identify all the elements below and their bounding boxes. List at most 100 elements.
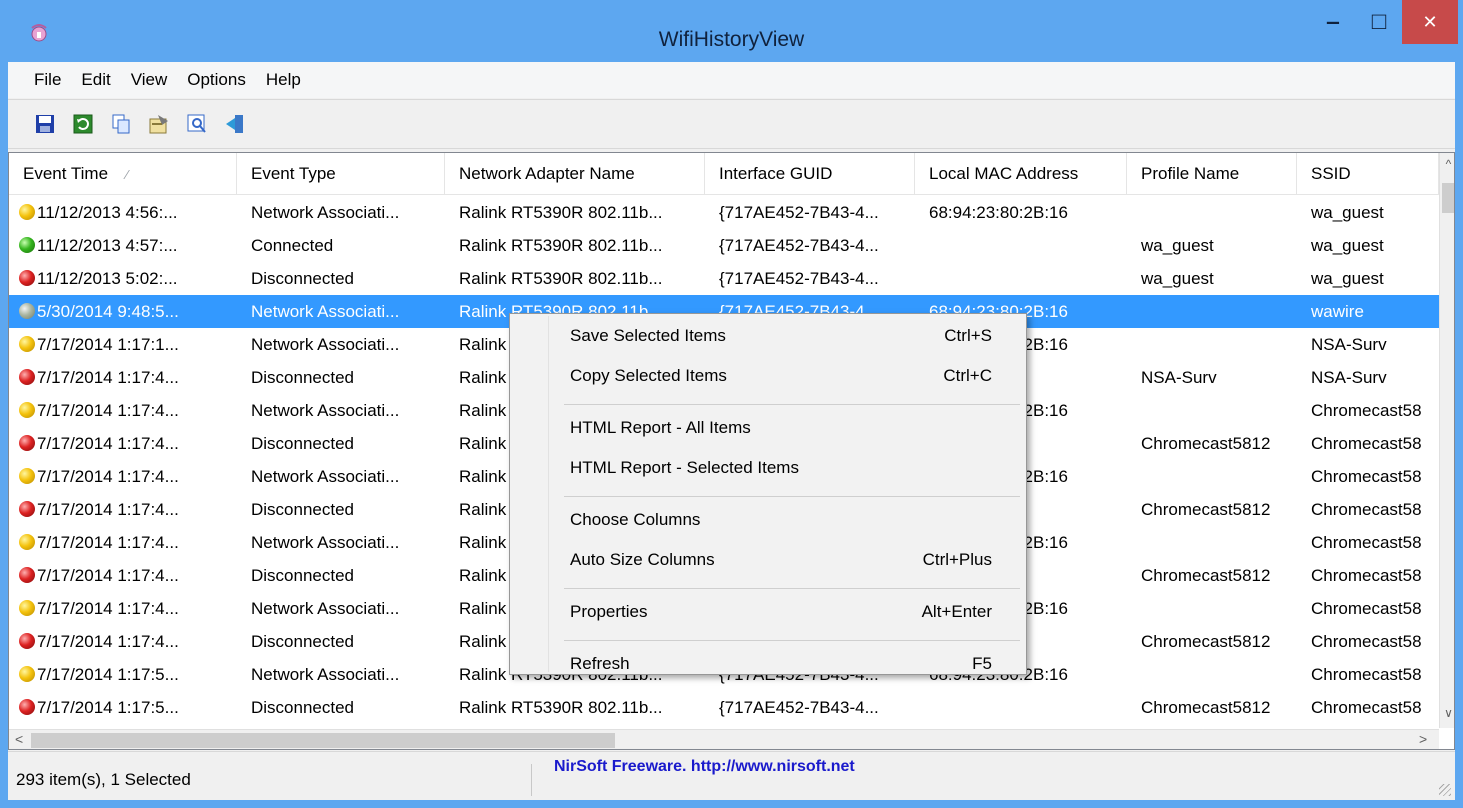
cell-event-time: 7/17/2014 1:17:5...: [37, 698, 179, 717]
status-red-icon: [19, 435, 35, 451]
column-header-label: Profile Name: [1141, 164, 1240, 183]
cell-profile-name: [1127, 328, 1297, 361]
toolbar-exit-button[interactable]: [220, 109, 250, 139]
toolbar-save-button[interactable]: [30, 109, 60, 139]
table-row[interactable]: 7/17/2014 1:17:5... Disconnected Ralink RT…: [9, 691, 1439, 724]
context-menu-separator: [564, 640, 1020, 641]
context-menu-choose-columns[interactable]: Choose Columns: [514, 502, 1022, 538]
context-menu-label: Properties: [570, 602, 648, 621]
toolbar: [8, 99, 1455, 149]
context-menu-refresh[interactable]: Refresh F5: [514, 646, 1022, 682]
vertical-scroll-thumb[interactable]: [1442, 183, 1454, 213]
cell-ssid: NSA-Surv: [1311, 368, 1387, 387]
menu-file[interactable]: File: [24, 62, 71, 98]
cell-profile-name: [1127, 526, 1297, 559]
scroll-down-icon[interactable]: ∨: [1440, 706, 1454, 726]
horizontal-scrollbar[interactable]: < >: [9, 729, 1439, 749]
horizontal-scroll-thumb[interactable]: [31, 733, 615, 748]
context-menu-save-selected-items[interactable]: Save Selected Items Ctrl+S: [514, 318, 1022, 354]
minimize-button[interactable]: ‒: [1310, 0, 1356, 44]
column-header-label: Network Adapter Name: [459, 164, 635, 183]
context-menu-html-report-selected-items[interactable]: HTML Report - Selected Items: [514, 450, 1022, 486]
cell-event-type: Network Associati...: [251, 203, 400, 222]
toolbar-find-button[interactable]: [182, 109, 212, 139]
cell-event-type: Network Associati...: [251, 665, 400, 684]
status-red-icon: [19, 699, 35, 715]
context-menu-auto-size-columns[interactable]: Auto Size Columns Ctrl+Plus: [514, 542, 1022, 578]
toolbar-copy-button[interactable]: [106, 109, 136, 139]
cell-event-time: 11/12/2013 5:02:...: [37, 269, 178, 288]
status-red-icon: [19, 270, 35, 286]
menu-bar: File Edit View Options Help: [8, 62, 1455, 98]
cell-profile-name: [1127, 460, 1297, 493]
find-icon: [187, 114, 206, 133]
cell-event-time: 7/17/2014 1:17:4...: [37, 368, 179, 387]
status-gray-icon: [19, 303, 35, 319]
context-menu-shortcut: F5: [972, 654, 992, 673]
status-red-icon: [19, 501, 35, 517]
column-header-label: Interface GUID: [719, 164, 833, 183]
cell-ssid: Chromecast58: [1311, 500, 1422, 519]
maximize-button[interactable]: □: [1356, 0, 1402, 44]
column-header-local-mac-address[interactable]: Local MAC Address: [915, 153, 1127, 195]
context-menu-label: Save Selected Items: [570, 326, 726, 345]
column-header-event-time[interactable]: Event Time ⁄: [9, 153, 237, 195]
cell-profile-name: [1127, 658, 1297, 691]
resize-grip-icon[interactable]: [1439, 784, 1451, 796]
close-button[interactable]: ✕: [1402, 0, 1458, 44]
cell-profile-name: [1127, 592, 1297, 625]
menu-edit[interactable]: Edit: [71, 62, 120, 98]
toolbar-properties-button[interactable]: [144, 109, 174, 139]
status-bar: 293 item(s), 1 Selected NirSoft Freeware…: [8, 751, 1455, 800]
context-menu-separator: [564, 496, 1020, 497]
column-header-event-type[interactable]: Event Type: [237, 153, 445, 195]
nirsoft-link[interactable]: NirSoft Freeware. http://www.nirsoft.net: [554, 758, 855, 776]
cell-profile-name: Chromecast5812: [1141, 632, 1271, 651]
table-row[interactable]: 11/12/2013 4:57:... Connected Ralink RT539…: [9, 229, 1439, 262]
menu-help[interactable]: Help: [256, 62, 311, 98]
cell-ssid: Chromecast58: [1311, 467, 1422, 486]
cell-profile-name: wa_guest: [1141, 236, 1214, 255]
minimize-icon: ‒: [1326, 9, 1340, 34]
context-menu-separator: [564, 404, 1020, 405]
close-icon: ✕: [1422, 11, 1438, 32]
cell-event-type: Connected: [251, 236, 334, 255]
cell-profile-name: Chromecast5812: [1141, 566, 1271, 585]
scroll-right-icon[interactable]: >: [1419, 731, 1435, 749]
context-menu-copy-selected-items[interactable]: Copy Selected Items Ctrl+C: [514, 358, 1022, 394]
scroll-up-icon[interactable]: ^: [1440, 157, 1454, 177]
cell-event-type: Network Associati...: [251, 533, 400, 552]
title-bar[interactable]: WifiHistoryView ‒ □ ✕: [0, 0, 1463, 62]
cell-ssid: wa_guest: [1311, 236, 1384, 255]
table-row[interactable]: 11/12/2013 5:02:... Disconnected Ralink RT…: [9, 262, 1439, 295]
menu-view[interactable]: View: [121, 62, 178, 98]
column-header-profile-name[interactable]: Profile Name: [1127, 153, 1297, 195]
vertical-scrollbar[interactable]: ^ ∨: [1439, 153, 1454, 728]
status-item-count: 293 item(s), 1 Selected: [16, 764, 532, 796]
cell-event-time: 7/17/2014 1:17:4...: [37, 467, 179, 486]
context-menu-label: Refresh: [570, 654, 630, 673]
column-header-ssid[interactable]: SSID: [1297, 153, 1439, 195]
cell-ssid: wa_guest: [1311, 203, 1384, 222]
cell-interface-guid: {717AE452-7B43-4...: [719, 269, 879, 288]
cell-event-time: 7/17/2014 1:17:4...: [37, 566, 179, 585]
cell-ssid: Chromecast58: [1311, 698, 1422, 717]
cell-interface-guid: {717AE452-7B43-4...: [719, 698, 879, 717]
status-red-icon: [19, 633, 35, 649]
scroll-left-icon[interactable]: <: [15, 731, 31, 749]
menu-options[interactable]: Options: [177, 62, 256, 98]
cell-interface-guid: {717AE452-7B43-4...: [719, 203, 879, 222]
app-window: WifiHistoryView ‒ □ ✕ File Edit View Option…: [0, 0, 1463, 808]
status-yellow-icon: [19, 600, 35, 616]
context-menu-html-report-all-items[interactable]: HTML Report - All Items: [514, 410, 1022, 446]
column-header-label: Event Time: [23, 164, 109, 183]
toolbar-refresh-button[interactable]: [68, 109, 98, 139]
column-header-network-adapter-name[interactable]: Network Adapter Name: [445, 153, 705, 195]
cell-ssid: Chromecast58: [1311, 434, 1422, 453]
status-yellow-icon: [19, 402, 35, 418]
cell-local-mac-address: [915, 229, 1127, 262]
context-menu-properties[interactable]: Properties Alt+Enter: [514, 594, 1022, 630]
context-menu-label: HTML Report - Selected Items: [570, 458, 799, 477]
column-header-interface-guid[interactable]: Interface GUID: [705, 153, 915, 195]
table-row[interactable]: 11/12/2013 4:56:... Network Associati... R…: [9, 196, 1439, 229]
